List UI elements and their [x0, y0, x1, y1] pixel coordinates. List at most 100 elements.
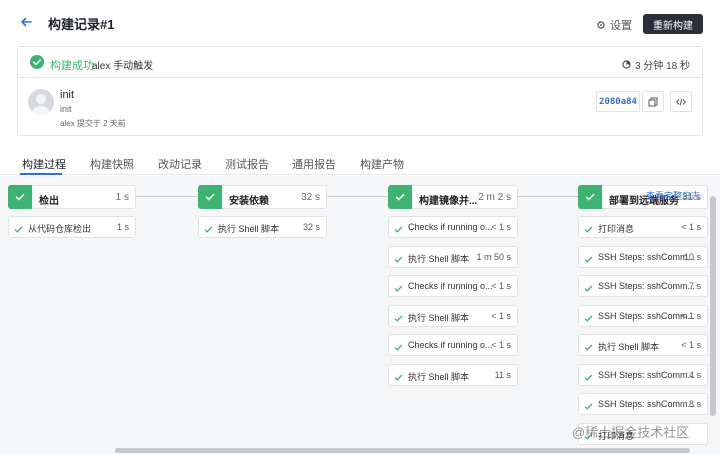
check-icon [584, 341, 593, 351]
tab-test-report[interactable]: 测试报告 [225, 156, 269, 172]
step-name: 执行 Shell 脚本 [218, 224, 280, 234]
step-name: SSH Steps: sshComm... [598, 370, 696, 380]
success-check-icon [30, 55, 44, 69]
stage-connector [518, 196, 578, 197]
tab-general-report[interactable]: 通用报告 [292, 156, 336, 172]
step-item[interactable]: Checks if running o... < 1 s [388, 216, 518, 238]
step-item[interactable]: Checks if running o... < 1 s [388, 275, 518, 297]
step-name: SSH Steps: sshComm... [598, 281, 696, 291]
settings-button[interactable]: 设置 [596, 17, 632, 33]
check-icon [394, 223, 403, 233]
check-icon [394, 253, 403, 263]
active-tab-indicator [20, 173, 62, 175]
horizontal-scrollbar[interactable] [115, 448, 690, 453]
step-name: 从代码仓库检出 [28, 224, 92, 234]
stage-build-image[interactable]: 构建镜像并... 2 m 2 s [388, 185, 518, 209]
rebuild-button[interactable]: 重新构建 [643, 14, 703, 34]
step-time: < 1 s [681, 311, 701, 321]
step-time: 1 m 50 s [476, 252, 511, 262]
gear-icon [597, 21, 605, 29]
stage-success-icon [388, 185, 412, 209]
step-name: Checks if running o... [408, 222, 493, 232]
stage-time: 1 s [115, 192, 129, 203]
build-summary-card: 构建成功 alex 手动触发 3 分钟 18 秒 init init alex … [17, 46, 703, 136]
step-item[interactable]: 执行 Shell 脚本 11 s [388, 364, 518, 386]
step-item[interactable]: 执行 Shell 脚本 < 1 s [578, 334, 708, 356]
build-tabs: 构建过程 构建快照 改动记录 测试报告 通用报告 构建产物 [0, 147, 720, 175]
step-time: 8 s [688, 399, 701, 409]
step-name: 执行 Shell 脚本 [408, 372, 470, 382]
vertical-scrollbar[interactable] [710, 196, 716, 416]
build-duration: 3 分钟 18 秒 [622, 57, 690, 72]
stage-success-icon [8, 185, 32, 209]
copy-sha-button[interactable] [642, 91, 664, 112]
stage-success-icon [198, 185, 222, 209]
step-item[interactable]: SSH Steps: sshComm... 7 s [578, 275, 708, 297]
check-icon [584, 371, 593, 381]
check-icon [584, 312, 593, 322]
clock-icon [622, 60, 631, 69]
step-item[interactable]: 从代码仓库检出 1 s [8, 216, 136, 238]
step-time: 4 s [688, 370, 701, 380]
step-item[interactable]: SSH Steps: sshComm... 4 s [578, 364, 708, 386]
pipeline-canvas[interactable]: 检出 1 s 从代码仓库检出 1 s 安装依赖 32 s 执行 Shell 脚本… [0, 176, 720, 454]
view-code-button[interactable] [670, 91, 692, 112]
step-time: < 1 s [681, 340, 701, 350]
tab-build-snapshot[interactable]: 构建快照 [90, 156, 134, 172]
step-item[interactable]: 打印消息 < 1 s [578, 216, 708, 238]
tab-build-process[interactable]: 构建过程 [22, 156, 66, 172]
view-full-log-link[interactable]: 查看完整日志 [646, 189, 700, 202]
step-name: 执行 Shell 脚本 [598, 342, 660, 352]
step-item[interactable]: 执行 Shell 脚本 < 1 s [388, 305, 518, 327]
check-icon [584, 282, 593, 292]
step-name: 执行 Shell 脚本 [408, 254, 470, 264]
step-item[interactable]: 执行 Shell 脚本 1 m 50 s [388, 246, 518, 268]
step-item[interactable]: 执行 Shell 脚本 32 s [198, 216, 327, 238]
step-time: 10 s [683, 252, 701, 262]
commit-message: init [60, 104, 72, 114]
build-duration-value: 3 分钟 18 秒 [634, 61, 690, 72]
step-time: < 1 s [491, 222, 511, 232]
check-icon [394, 341, 403, 351]
stage-success-icon [578, 185, 602, 209]
code-icon [676, 98, 686, 105]
tab-build-artifacts[interactable]: 构建产物 [360, 156, 404, 172]
stage-name: 检出 [39, 196, 59, 207]
check-icon [204, 223, 213, 233]
build-status-row: 构建成功 alex 手动触发 3 分钟 18 秒 [18, 47, 702, 78]
check-icon [394, 371, 403, 381]
settings-label: 设置 [610, 20, 632, 32]
step-name: Checks if running o... [408, 340, 493, 350]
check-icon [394, 312, 403, 322]
stage-connector [136, 196, 198, 197]
commit-title: init [60, 89, 75, 101]
page-title: 构建记录#1 [48, 17, 115, 32]
step-time: 7 s [688, 281, 701, 291]
stage-install-deps[interactable]: 安装依赖 32 s [198, 185, 327, 209]
step-time: 32 s [302, 222, 320, 232]
step-item[interactable]: SSH Steps: sshComm... 10 s [578, 246, 708, 268]
step-name: 执行 Shell 脚本 [408, 313, 470, 323]
stage-connector [327, 196, 388, 197]
step-item[interactable]: SSH Steps: sshComm... 8 s [578, 393, 708, 415]
step-name: SSH Steps: sshComm... [598, 399, 696, 409]
back-arrow-icon[interactable] [18, 14, 34, 30]
step-time: < 1 s [491, 281, 511, 291]
stage-checkout[interactable]: 检出 1 s [8, 185, 136, 209]
build-trigger-text: alex 手动触发 [92, 61, 154, 72]
step-time: < 1 s [491, 311, 511, 321]
watermark: @稀土掘金技术社区 [572, 425, 690, 440]
step-name: Checks if running o... [408, 281, 493, 291]
commit-sha-link[interactable]: 2080a84 [596, 91, 640, 112]
step-time: < 1 s [491, 340, 511, 350]
build-status-text: 构建成功 [50, 60, 94, 72]
check-icon [584, 400, 593, 410]
commit-meta: alex 提交于 2 天前 [60, 119, 126, 128]
stage-time: 2 m 2 s [478, 192, 511, 203]
tab-change-log[interactable]: 改动记录 [158, 156, 202, 172]
check-icon [584, 223, 593, 233]
step-item[interactable]: Checks if running o... < 1 s [388, 334, 518, 356]
step-item[interactable]: SSH Steps: sshComm... < 1 s [578, 305, 708, 327]
stage-name: 安装依赖 [229, 196, 269, 207]
step-time: < 1 s [681, 222, 701, 232]
